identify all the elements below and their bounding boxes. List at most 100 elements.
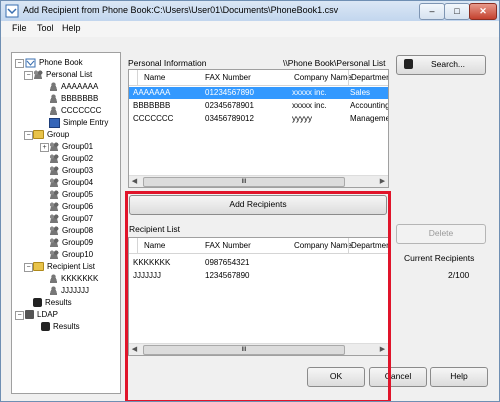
group-icon <box>49 178 59 187</box>
tree-node-group-item[interactable]: Group10 <box>49 249 93 260</box>
collapse-toggle[interactable]: − <box>15 311 24 320</box>
menu-tool[interactable]: Tool <box>37 23 54 33</box>
tree-node-recipient[interactable]: JJJJJJJ <box>49 285 89 296</box>
scroll-thumb[interactable]: III <box>143 177 345 187</box>
tree-node-group-item[interactable]: Group08 <box>49 225 93 236</box>
tree-node-group-item[interactable]: Group03 <box>49 165 93 176</box>
tree-node-personal-list[interactable]: Personal List <box>33 69 92 80</box>
personal-info-label: Personal Information <box>128 58 207 68</box>
column-header-company[interactable]: Company Name <box>294 73 352 82</box>
group-icon <box>33 70 43 79</box>
scroll-thumb[interactable]: III <box>143 345 345 355</box>
group-icon <box>49 154 59 163</box>
column-header-name[interactable]: Name <box>144 73 165 82</box>
table-row[interactable]: JJJJJJJ 1234567890 <box>129 270 388 282</box>
scroll-right-icon[interactable]: ▶ <box>377 344 388 355</box>
group-icon <box>49 190 59 199</box>
ok-button[interactable]: OK <box>307 367 365 387</box>
search-icon <box>404 59 413 69</box>
scroll-left-icon[interactable]: ◀ <box>129 176 140 187</box>
tree-node-ldap-results[interactable]: Results <box>41 321 80 332</box>
tree-node-person[interactable]: CCCCCCC <box>49 105 101 116</box>
group-icon <box>49 238 59 247</box>
tree-node-group-item[interactable]: Group02 <box>49 153 93 164</box>
group-icon <box>49 214 59 223</box>
table-row[interactable]: CCCCCCC 03456789012 yyyyy Manageme <box>129 113 388 125</box>
person-icon <box>49 274 58 283</box>
person-icon <box>49 82 58 91</box>
results-icon <box>41 322 50 331</box>
tree-node-phone-book[interactable]: Phone Book <box>25 57 83 68</box>
search-button[interactable]: Search... <box>396 55 486 75</box>
column-header-fax[interactable]: FAX Number <box>205 73 251 82</box>
table-row[interactable]: AAAAAAA 01234567890 xxxxx inc. Sales <box>129 87 388 99</box>
tree-node-group-item[interactable]: Group01 <box>49 141 93 152</box>
tree-node-ldap[interactable]: LDAP <box>25 309 58 320</box>
current-recipients-label: Current Recipients <box>404 253 475 263</box>
menu-bar: File Tool Help <box>1 21 499 37</box>
horizontal-scrollbar[interactable]: ◀ III ▶ <box>129 175 388 187</box>
grid-header: Name FAX Number Company Name Departmer <box>129 238 388 254</box>
collapse-toggle[interactable]: − <box>24 263 33 272</box>
tree-node-group-item[interactable]: Group06 <box>49 201 93 212</box>
scroll-right-icon[interactable]: ▶ <box>377 176 388 187</box>
tree-node-person[interactable]: AAAAAAA <box>49 81 98 92</box>
delete-button[interactable]: Delete <box>396 224 486 244</box>
tree-node-person[interactable]: BBBBBBB <box>49 93 98 104</box>
phone-book-tree[interactable]: − Phone Book − Personal List AAAAAAA BBB… <box>11 52 121 394</box>
column-header-department[interactable]: Departmer <box>351 73 388 82</box>
tree-node-group-item[interactable]: Group04 <box>49 177 93 188</box>
tree-node-recipient-list[interactable]: Recipient List <box>33 261 95 272</box>
column-header-name[interactable]: Name <box>144 241 165 250</box>
tree-node-group-item[interactable]: Group09 <box>49 237 93 248</box>
tree-node-results[interactable]: Results <box>33 297 72 308</box>
help-button[interactable]: Help <box>430 367 488 387</box>
scroll-left-icon[interactable]: ◀ <box>129 344 140 355</box>
phone-book-icon <box>5 4 19 18</box>
menu-file[interactable]: File <box>12 23 27 33</box>
table-row[interactable]: BBBBBBB 02345678901 xxxxx inc. Accountin… <box>129 100 388 112</box>
current-path: \\Phone Book\Personal List <box>283 58 386 68</box>
folder-icon <box>33 130 44 139</box>
title-bar[interactable]: Add Recipient from Phone Book:C:\Users\U… <box>1 1 499 22</box>
tree-node-recipient[interactable]: KKKKKKK <box>49 273 98 284</box>
recipient-list-label: Recipient List <box>129 224 181 234</box>
collapse-toggle[interactable]: − <box>24 131 33 140</box>
menu-help[interactable]: Help <box>62 23 81 33</box>
collapse-toggle[interactable]: − <box>15 59 24 68</box>
dialog-window: Add Recipient from Phone Book:C:\Users\U… <box>0 0 500 402</box>
tree-node-group-item[interactable]: Group05 <box>49 189 93 200</box>
person-icon <box>49 94 58 103</box>
personal-info-grid[interactable]: Name FAX Number Company Name Departmer A… <box>128 69 389 188</box>
group-icon <box>49 142 59 151</box>
maximize-button[interactable]: □ <box>444 3 470 20</box>
tree-node-simple-entry[interactable]: Simple Entry <box>49 117 108 128</box>
horizontal-scrollbar[interactable]: ◀ III ▶ <box>129 343 388 355</box>
tree-node-group-item[interactable]: Group07 <box>49 213 93 224</box>
phone-book-icon <box>25 58 36 67</box>
ldap-icon <box>25 310 34 319</box>
collapse-toggle[interactable]: − <box>24 71 33 80</box>
window-title: Add Recipient from Phone Book:C:\Users\U… <box>23 5 339 15</box>
group-icon <box>49 166 59 175</box>
recipient-list-grid[interactable]: Name FAX Number Company Name Departmer K… <box>128 237 389 356</box>
recipient-list-icon <box>33 262 44 271</box>
tree-node-group[interactable]: Group <box>33 129 69 140</box>
grid-header: Name FAX Number Company Name Departmer <box>129 70 388 86</box>
add-recipients-button[interactable]: Add Recipients <box>129 195 387 215</box>
simple-entry-icon <box>49 117 60 128</box>
group-icon <box>49 202 59 211</box>
group-icon <box>49 226 59 235</box>
column-header-company[interactable]: Company Name <box>294 241 352 250</box>
table-row[interactable]: KKKKKKK 0987654321 <box>129 257 388 269</box>
current-recipients-count: 2/100 <box>448 270 470 280</box>
person-icon <box>49 286 58 295</box>
minimize-button[interactable]: – <box>419 3 445 20</box>
group-icon <box>49 250 59 259</box>
column-header-fax[interactable]: FAX Number <box>205 241 251 250</box>
person-icon <box>49 106 58 115</box>
close-button[interactable]: ✕ <box>469 3 497 20</box>
expand-toggle[interactable]: + <box>40 143 49 152</box>
cancel-button[interactable]: Cancel <box>369 367 427 387</box>
column-header-department[interactable]: Departmer <box>351 241 388 250</box>
